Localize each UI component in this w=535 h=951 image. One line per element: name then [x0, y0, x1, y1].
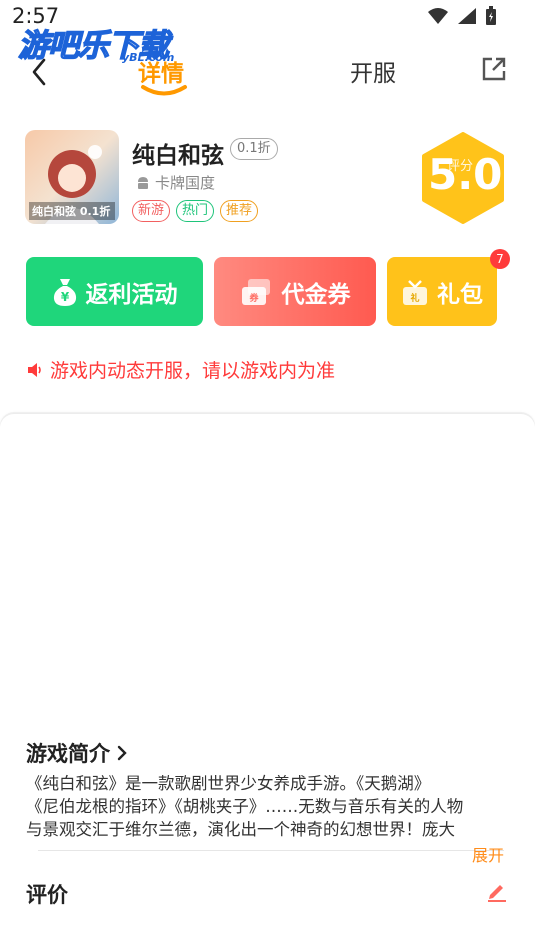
tab-active-indicator	[141, 85, 187, 96]
gift-box-icon: 礼	[403, 279, 427, 305]
voucher-label: 代金券	[281, 281, 351, 308]
platform-label: 卡牌国度	[155, 174, 216, 192]
chevron-left-icon	[32, 58, 46, 86]
svg-text:¥: ¥	[60, 290, 69, 304]
top-nav: 详情 开服	[0, 44, 535, 104]
game-tags: 新游 热门 推荐	[132, 200, 259, 222]
gift-button[interactable]: 礼 礼包	[387, 257, 497, 326]
tag-recommend: 推荐	[220, 200, 259, 222]
wifi-icon	[428, 8, 448, 24]
score-value: 5.0	[428, 150, 503, 199]
intro-line: 《尼伯龙根的指环》《胡桃夹子》……无数与音乐有关的人物	[26, 797, 464, 816]
review-title: 评价	[26, 883, 68, 907]
game-icon-label: 纯白和弦 0.1折	[29, 202, 115, 220]
server-notice: 游戏内动态开服，请以游戏内为准	[26, 356, 335, 383]
game-name: 纯白和弦	[132, 143, 224, 169]
intro-divider	[38, 850, 504, 851]
platform-info: 卡牌国度	[135, 172, 215, 193]
intro-line: 《纯白和弦》是一款歌剧世界少女养成手游。《天鹅湖》	[26, 774, 431, 793]
android-icon	[138, 176, 148, 189]
money-bag-icon: ¥	[53, 278, 76, 306]
intro-title: 游戏简介	[26, 742, 110, 766]
svg-text:礼: 礼	[410, 292, 419, 304]
write-review-button[interactable]	[486, 880, 508, 902]
tag-new: 新游	[132, 200, 171, 222]
ticket-icon: 券	[241, 278, 270, 305]
battery-icon	[486, 6, 496, 25]
notice-text: 游戏内动态开服，请以游戏内为准	[50, 360, 336, 382]
pencil-icon	[488, 885, 506, 902]
rebate-button[interactable]: ¥ 返利活动	[26, 257, 203, 326]
tab-server[interactable]: 开服	[350, 54, 396, 88]
signal-icon	[458, 8, 476, 24]
intro-header[interactable]: 游戏简介	[26, 738, 128, 768]
speaker-icon	[28, 362, 41, 377]
game-icon: 纯白和弦 0.1折	[25, 130, 119, 224]
discount-badge: 0.1折	[230, 138, 278, 160]
content-card	[0, 414, 535, 951]
intro-text: 《纯白和弦》是一款歌剧世界少女养成手游。《天鹅湖》 《尼伯龙根的指环》《胡桃夹子…	[26, 772, 501, 841]
share-button[interactable]	[480, 55, 508, 83]
gift-count-badge: 7	[490, 249, 510, 269]
voucher-button[interactable]: 券 代金券	[214, 257, 376, 326]
svg-text:券: 券	[248, 292, 259, 304]
gift-label: 礼包	[437, 281, 483, 308]
expand-link[interactable]: 展开	[472, 842, 504, 866]
back-button[interactable]	[24, 50, 58, 90]
tab-detail[interactable]: 详情	[138, 54, 184, 88]
status-icons	[427, 6, 497, 26]
rebate-label: 返利活动	[85, 281, 178, 308]
chevron-right-icon	[117, 745, 127, 761]
intro-line: 与景观交汇于维尔兰德，演化出一个神奇的幻想世界！庞大	[26, 820, 455, 839]
share-external-icon	[482, 57, 506, 81]
tag-hot: 热门	[176, 200, 215, 222]
